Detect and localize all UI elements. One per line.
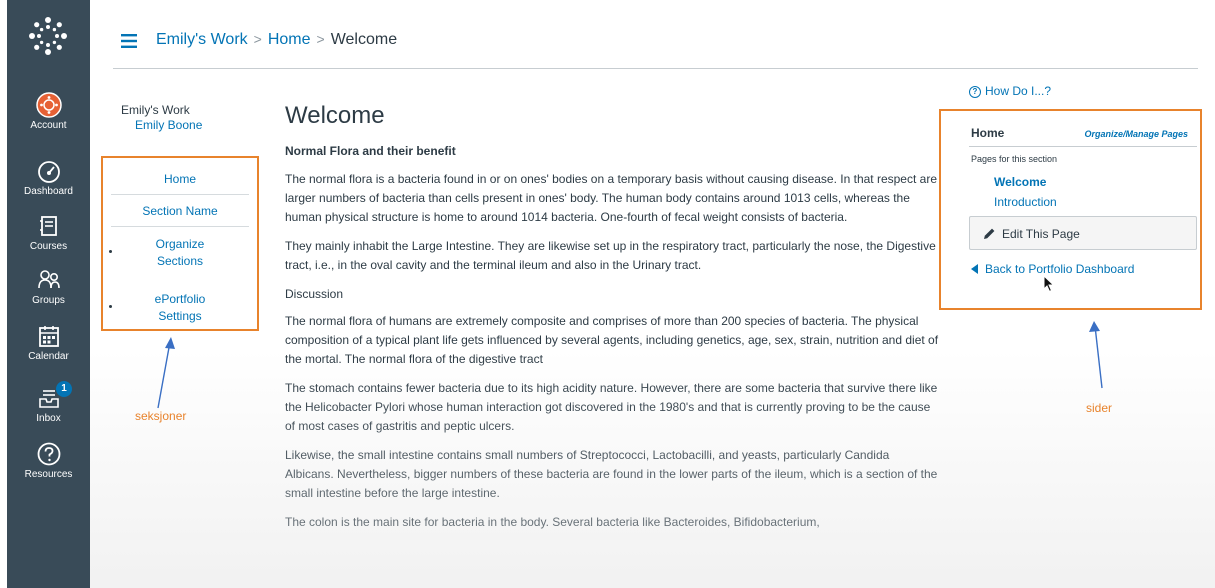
pages-section-title: Home — [971, 126, 1005, 140]
page-link-welcome[interactable]: Welcome — [994, 175, 1046, 189]
portfolio-owner-link[interactable]: Emily Boone — [121, 118, 202, 133]
page-link-introduction[interactable]: Introduction — [994, 195, 1057, 209]
breadcrumb-portfolio[interactable]: Emily's Work — [156, 31, 248, 48]
account-avatar-icon — [35, 92, 62, 118]
sections-nav-highlight: Home Section Name Organize Sections ePor… — [101, 156, 259, 331]
how-do-i-link[interactable]: ? How Do I...? — [969, 84, 1051, 98]
help-icon — [37, 442, 60, 466]
content-paragraph: Likewise, the small intestine contains s… — [285, 448, 938, 500]
pages-panel-highlight: Home Organize/Manage Pages Pages for thi… — [939, 109, 1202, 310]
question-icon: ? — [969, 86, 981, 98]
dashboard-icon — [37, 161, 60, 183]
section-section-name[interactable]: Section Name — [103, 203, 257, 220]
content-paragraph: The normal flora is a bacteria found in … — [285, 172, 937, 224]
section-organize-sections[interactable]: Organize Sections — [103, 236, 257, 270]
nav-item-account[interactable]: Account — [7, 92, 90, 132]
nav-item-courses[interactable]: Courses — [7, 213, 90, 253]
breadcrumb-separator: > — [253, 31, 262, 47]
pencil-icon — [984, 228, 995, 239]
groups-icon — [37, 270, 60, 289]
nav-label: Calendar — [28, 351, 69, 362]
hamburger-menu-icon[interactable] — [121, 34, 137, 48]
section-divider — [111, 194, 249, 195]
nav-item-resources[interactable]: Resources — [7, 441, 90, 481]
annotation-arrow-right — [1089, 321, 1103, 389]
courses-icon — [39, 216, 57, 236]
nav-label: Inbox — [36, 413, 61, 424]
back-to-dashboard-label: Back to Portfolio Dashboard — [985, 262, 1135, 276]
nav-item-calendar[interactable]: Calendar — [7, 323, 90, 363]
section-home[interactable]: Home — [103, 171, 257, 188]
breadcrumb: Emily's Work > Home > Welcome — [156, 31, 397, 49]
page-title: Welcome — [285, 102, 385, 129]
section-eportfolio-settings[interactable]: ePortfolio Settings — [103, 291, 257, 325]
nav-label: Account — [30, 120, 67, 131]
nav-item-inbox[interactable]: 1 Inbox — [7, 381, 90, 425]
page-content: Welcome Normal Flora and their benefit T… — [285, 102, 940, 542]
nav-label: Dashboard — [24, 186, 73, 197]
inbox-badge: 1 — [56, 381, 72, 397]
annotation-label-sections: seksjoner — [135, 409, 187, 423]
nav-label: Courses — [29, 241, 68, 252]
content-paragraph: The normal flora of humans are extremely… — [285, 314, 939, 366]
edit-this-page-label: Edit This Page — [1002, 227, 1080, 241]
organize-manage-pages-link[interactable]: Organize/Manage Pages — [1084, 129, 1188, 139]
content-paragraph: The stomach contains fewer bacteria due … — [285, 381, 938, 433]
nav-label: Groups — [32, 295, 65, 306]
annotation-label-pages: sider — [1086, 401, 1113, 415]
breadcrumb-home[interactable]: Home — [268, 31, 311, 48]
content-heading: Discussion — [285, 287, 344, 301]
content-paragraph: The colon is the main site for bacteria … — [285, 515, 820, 529]
back-arrow-icon — [971, 264, 978, 274]
global-nav: Account Dashboard Courses Groups Calenda… — [7, 0, 90, 588]
top-bar: Emily's Work > Home > Welcome — [113, 24, 1198, 69]
edit-this-page-button[interactable]: Edit This Page — [969, 216, 1197, 250]
nav-item-dashboard[interactable]: Dashboard — [7, 158, 90, 198]
content-paragraph: They mainly inhabit the Large Intestine.… — [285, 239, 936, 272]
back-to-dashboard-link[interactable]: Back to Portfolio Dashboard — [971, 262, 1134, 276]
calendar-icon — [38, 326, 59, 347]
nav-item-groups[interactable]: Groups — [7, 267, 90, 307]
annotation-arrow-left — [157, 337, 175, 409]
portfolio-title: Emily's Work — [121, 103, 190, 117]
canvas-logo-icon[interactable] — [26, 14, 70, 58]
pages-divider — [969, 146, 1197, 147]
pages-for-section-label: Pages for this section — [971, 154, 1058, 164]
how-do-i-label: How Do I...? — [985, 84, 1052, 98]
nav-label: Resources — [24, 469, 73, 480]
section-divider — [111, 226, 249, 227]
portfolio-info: Emily's Work Emily Boone — [121, 103, 202, 133]
breadcrumb-current: Welcome — [330, 31, 398, 48]
mouse-cursor-icon — [1043, 275, 1055, 293]
breadcrumb-separator: > — [316, 31, 325, 47]
page-subtitle: Normal Flora and their benefit — [285, 144, 456, 158]
